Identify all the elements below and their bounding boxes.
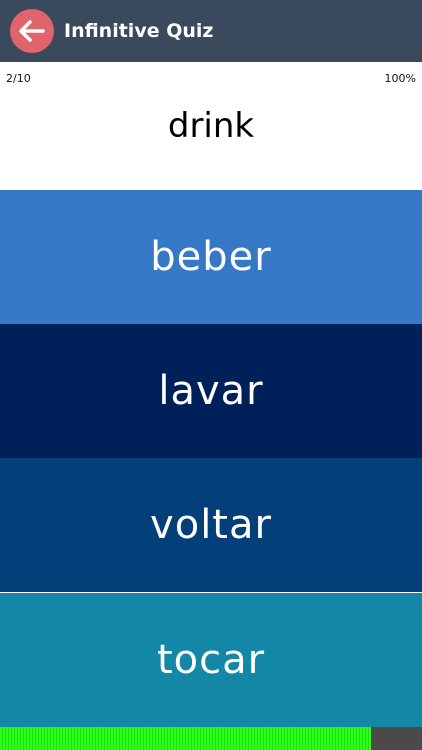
question-word: drink <box>167 106 255 146</box>
answer-option-tocar[interactable]: tocar <box>0 593 422 727</box>
answer-option-voltar[interactable]: voltar <box>0 458 422 592</box>
answer-option-beber[interactable]: beber <box>0 190 422 324</box>
score-percent: 100% <box>384 72 416 85</box>
back-button[interactable] <box>10 9 54 53</box>
timer-progress-fill <box>0 727 372 750</box>
arrow-left-icon <box>19 20 45 42</box>
timer-progress-bar <box>0 727 422 750</box>
question-counter: 2/10 <box>6 72 31 85</box>
header-bar: Infinitive Quiz <box>0 0 422 62</box>
quiz-screen: Infinitive Quiz 2/10 100% drink beber la… <box>0 0 422 750</box>
question-panel: 2/10 100% drink <box>0 62 422 190</box>
answer-option-lavar[interactable]: lavar <box>0 324 422 458</box>
page-title: Infinitive Quiz <box>64 20 214 42</box>
